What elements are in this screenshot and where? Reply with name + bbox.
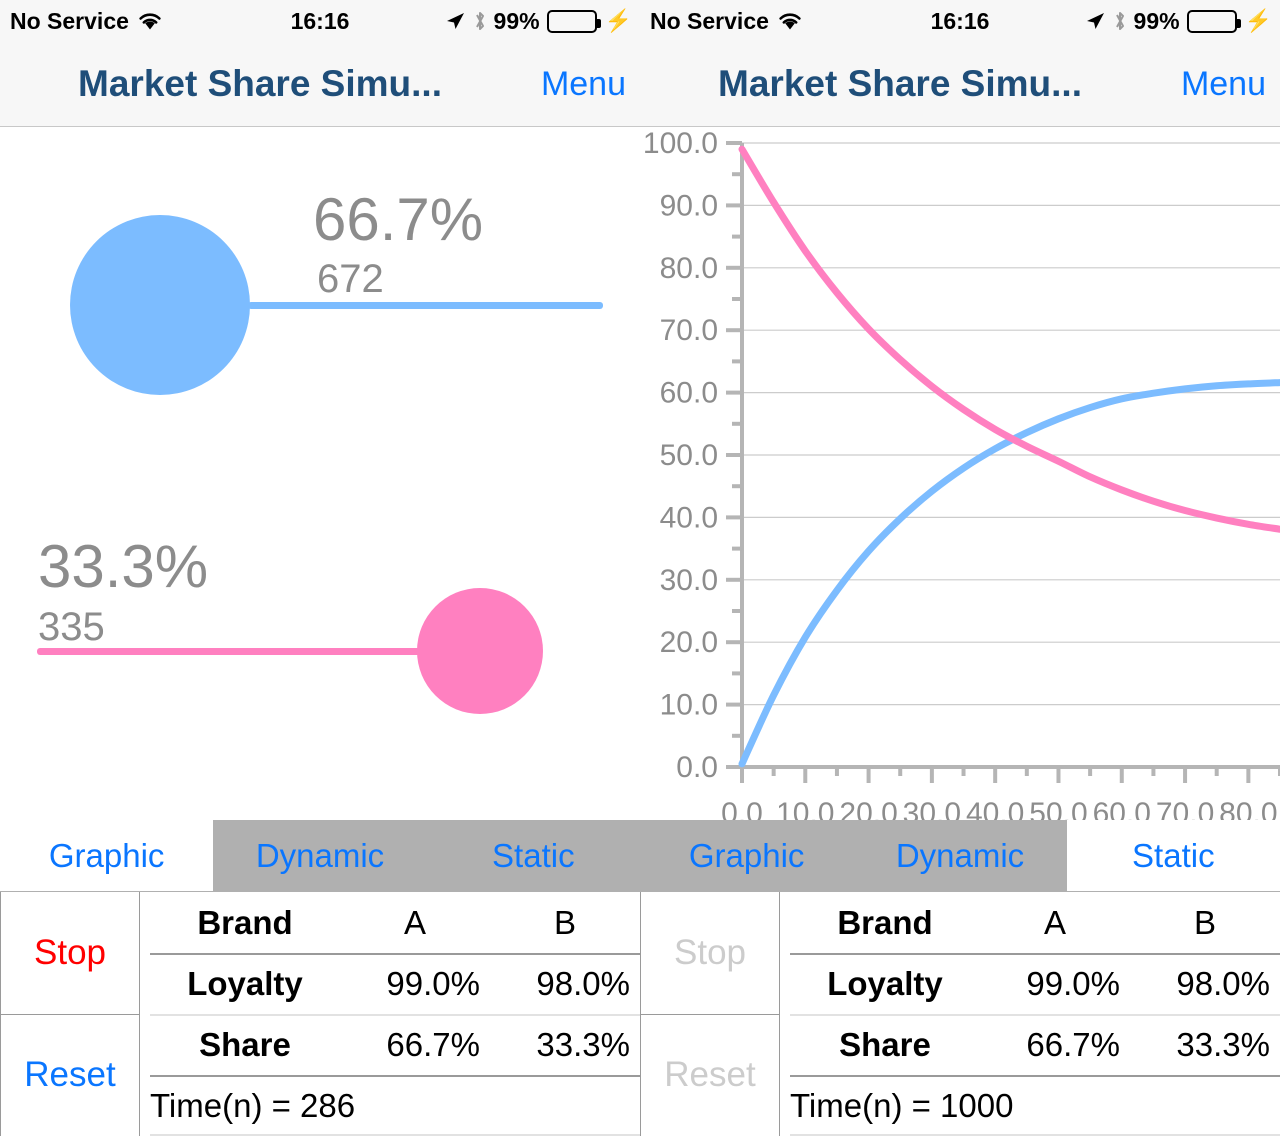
control-button-column: Stop Reset	[640, 892, 780, 1136]
status-bar-right: No Service 16:16	[640, 0, 1280, 42]
brand-a-circle	[70, 215, 250, 395]
tab-graphic[interactable]: Graphic	[640, 820, 853, 891]
header-a: A	[980, 904, 1130, 942]
header-brand: Brand	[150, 904, 340, 942]
battery-percent-label: 99%	[1134, 8, 1180, 35]
svg-text:0.0: 0.0	[721, 797, 763, 820]
svg-text:70.0: 70.0	[1156, 797, 1214, 820]
reset-button[interactable]: Reset	[1, 1015, 139, 1136]
svg-text:20.0: 20.0	[839, 797, 897, 820]
tab-dynamic[interactable]: Dynamic	[213, 820, 426, 891]
svg-text:50.0: 50.0	[660, 439, 718, 472]
table-row: Loyalty 99.0% 98.0%	[790, 955, 1280, 1014]
brand-a-percent: 66.7%	[313, 185, 483, 254]
share-b-value: 33.3%	[490, 1026, 640, 1064]
bottom-panel-right: Stop Reset Brand A B Loyalty 99.0% 98.0%…	[640, 892, 1280, 1136]
brand-a-stem	[248, 302, 603, 309]
lightning-bolt-icon: ⚡	[605, 10, 632, 32]
battery-icon	[547, 10, 597, 33]
tab-static[interactable]: Static	[427, 820, 640, 891]
tab-bar-right: Graphic Dynamic Static	[640, 820, 1280, 892]
time-label: Time(n) = 286	[150, 1087, 355, 1125]
loyalty-a-value: 99.0%	[980, 965, 1130, 1003]
status-right-group: 99% ⚡	[1084, 8, 1272, 35]
svg-text:40.0: 40.0	[966, 797, 1024, 820]
svg-text:10.0: 10.0	[660, 689, 718, 722]
header-a: A	[340, 904, 490, 942]
loyalty-b-value: 98.0%	[490, 965, 640, 1003]
app-root: No Service 16:16	[0, 0, 1280, 1136]
row-label-share: Share	[150, 1026, 340, 1064]
bluetooth-icon	[1113, 9, 1127, 33]
share-b-value: 33.3%	[1130, 1026, 1280, 1064]
time-row: Time(n) = 286	[150, 1077, 640, 1134]
share-chart: 0.010.020.030.040.050.060.070.080.090.01…	[640, 127, 1280, 820]
nav-bar-left: Market Share Simu... Menu	[0, 42, 640, 127]
status-right-group: 99% ⚡	[444, 8, 632, 35]
stop-button[interactable]: Stop	[641, 892, 779, 1015]
loyalty-b-value: 98.0%	[1130, 965, 1280, 1003]
svg-text:40.0: 40.0	[660, 501, 718, 534]
share-a-value: 66.7%	[980, 1026, 1130, 1064]
location-arrow-icon	[444, 10, 466, 32]
header-b: B	[490, 904, 640, 942]
tab-graphic[interactable]: Graphic	[0, 820, 213, 891]
svg-text:100.0: 100.0	[643, 127, 718, 160]
header-b: B	[1130, 904, 1280, 942]
table-header-row: Brand A B	[790, 892, 1280, 953]
right-pane: No Service 16:16	[640, 0, 1280, 1136]
table-row: Loyalty 99.0% 98.0%	[150, 955, 640, 1014]
header-brand: Brand	[790, 904, 980, 942]
svg-text:80.0: 80.0	[1219, 797, 1277, 820]
battery-percent-label: 99%	[494, 8, 540, 35]
tab-bar-left: Graphic Dynamic Static	[0, 820, 640, 892]
svg-text:10.0: 10.0	[776, 797, 834, 820]
brand-b-percent: 33.3%	[38, 532, 208, 601]
tab-static[interactable]: Static	[1067, 820, 1280, 891]
svg-text:80.0: 80.0	[660, 252, 718, 285]
table-row: Share 66.7% 33.3%	[790, 1016, 1280, 1075]
row-label-loyalty: Loyalty	[790, 965, 980, 1003]
loyalty-a-value: 99.0%	[340, 965, 490, 1003]
stop-button[interactable]: Stop	[1, 892, 139, 1015]
status-bar-left: No Service 16:16	[0, 0, 640, 42]
share-graphic: 66.7% 672 33.3% 335	[0, 127, 640, 820]
row-label-share: Share	[790, 1026, 980, 1064]
location-arrow-icon	[1084, 10, 1106, 32]
control-button-column: Stop Reset	[0, 892, 140, 1136]
svg-text:30.0: 30.0	[660, 564, 718, 597]
time-row: Time(n) = 1000	[790, 1077, 1280, 1134]
svg-text:60.0: 60.0	[660, 377, 718, 410]
row-label-loyalty: Loyalty	[150, 965, 340, 1003]
svg-text:0.0: 0.0	[676, 751, 718, 784]
reset-button[interactable]: Reset	[641, 1015, 779, 1136]
table-header-row: Brand A B	[150, 892, 640, 953]
time-label: Time(n) = 1000	[790, 1087, 1013, 1125]
bottom-panel-left: Stop Reset Brand A B Loyalty 99.0% 98.0%…	[0, 892, 640, 1136]
svg-text:50.0: 50.0	[1029, 797, 1087, 820]
svg-text:20.0: 20.0	[660, 626, 718, 659]
table-row: Share 66.7% 33.3%	[150, 1016, 640, 1075]
tab-dynamic[interactable]: Dynamic	[853, 820, 1066, 891]
share-a-value: 66.7%	[340, 1026, 490, 1064]
menu-button[interactable]: Menu	[1181, 65, 1266, 104]
brand-b-circle	[417, 588, 543, 714]
nav-bar-right: Market Share Simu... Menu	[640, 42, 1280, 127]
menu-button[interactable]: Menu	[541, 65, 626, 104]
brand-a-count: 672	[317, 257, 384, 302]
svg-text:30.0: 30.0	[903, 797, 961, 820]
lightning-bolt-icon: ⚡	[1245, 10, 1272, 32]
line-chart-svg: 0.010.020.030.040.050.060.070.080.090.01…	[640, 127, 1280, 820]
stats-table: Brand A B Loyalty 99.0% 98.0% Share 66.7…	[780, 892, 1280, 1136]
svg-text:60.0: 60.0	[1093, 797, 1151, 820]
battery-icon	[1187, 10, 1237, 33]
brand-b-count: 335	[38, 605, 105, 650]
bluetooth-icon	[473, 9, 487, 33]
stats-table: Brand A B Loyalty 99.0% 98.0% Share 66.7…	[140, 892, 640, 1136]
svg-text:90.0: 90.0	[660, 189, 718, 222]
svg-text:70.0: 70.0	[660, 314, 718, 347]
left-pane: No Service 16:16	[0, 0, 640, 1136]
